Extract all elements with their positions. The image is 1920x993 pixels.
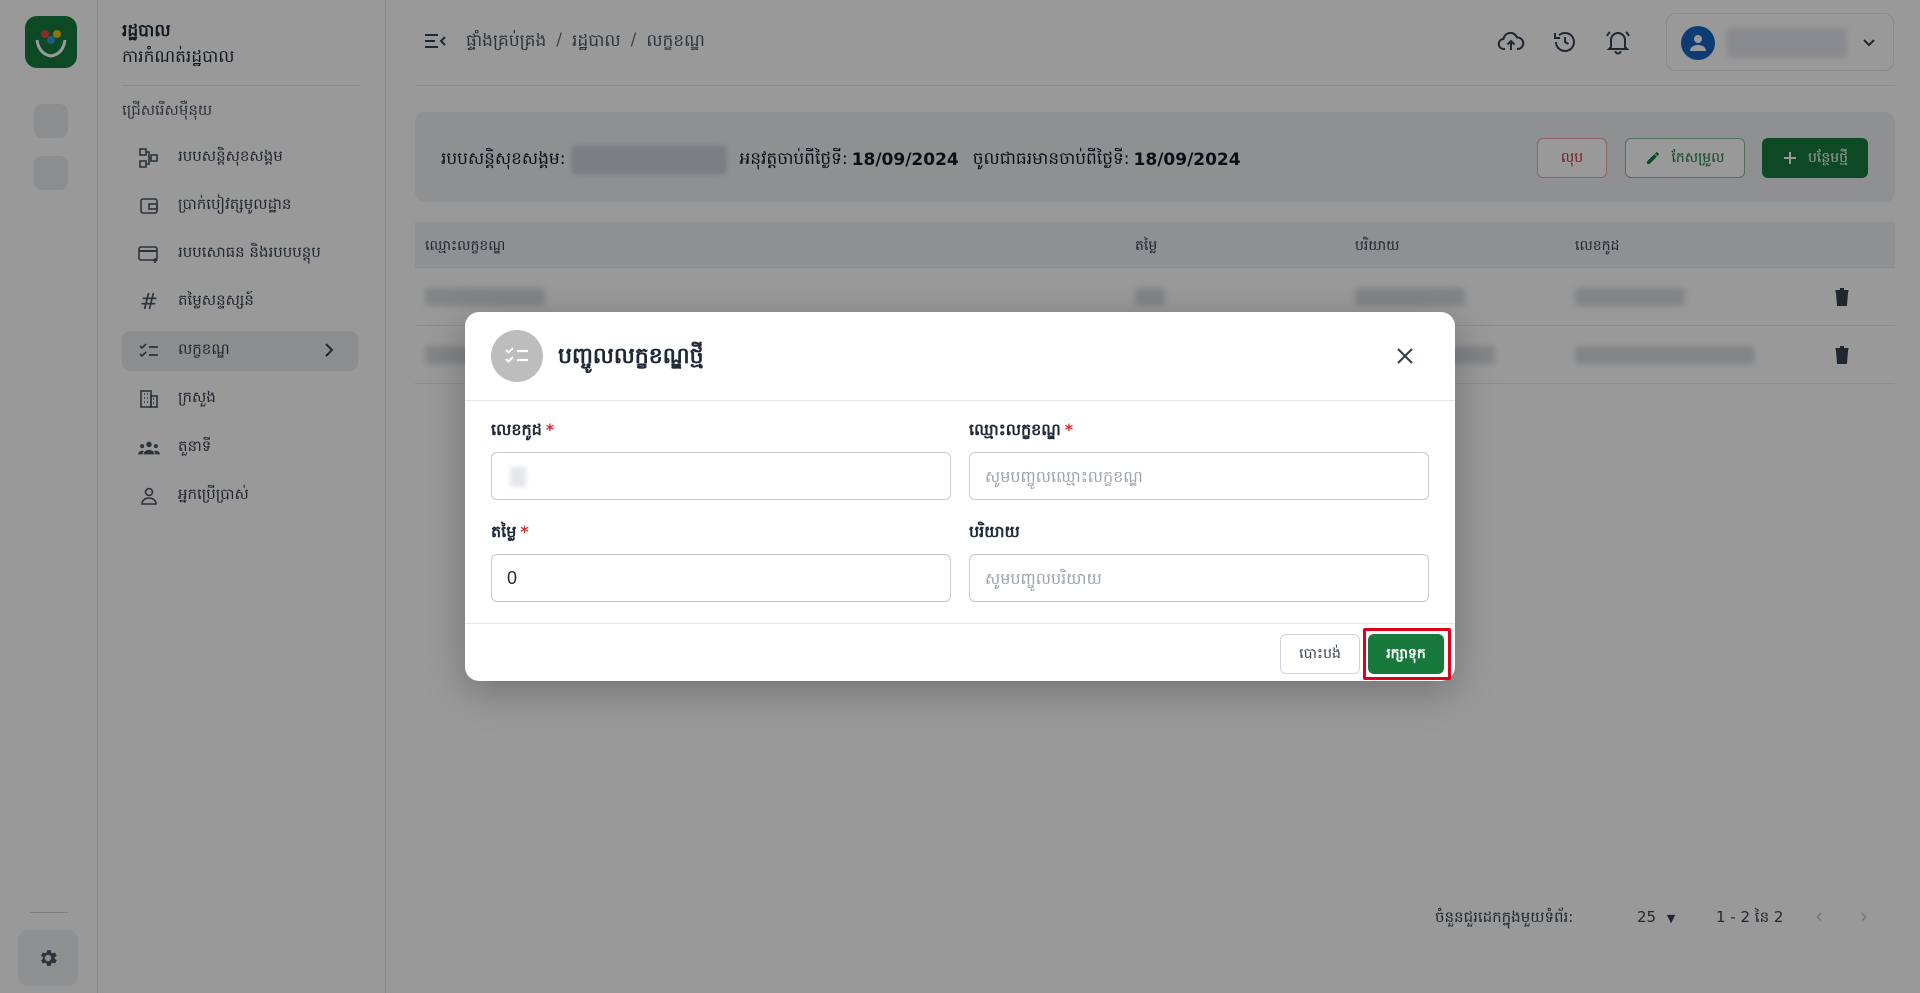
close-icon (1397, 348, 1413, 364)
description-label: បរិយាយ (969, 521, 1020, 545)
dialog-title: បញ្ចូលលក្ខខណ្ឌថ្មី (558, 344, 704, 369)
value-label: តម្លៃ * (491, 521, 529, 545)
cancel-button-label: បោះបង់ (1299, 645, 1341, 662)
name-label: ឈ្មោះលក្ខខណ្ឌ * (969, 419, 1073, 443)
description-input[interactable] (969, 554, 1429, 602)
save-button[interactable]: រក្សាទុក (1368, 634, 1444, 674)
dialog-header: បញ្ចូលលក្ខខណ្ឌថ្មី (465, 312, 1455, 401)
required-mark: * (1064, 420, 1074, 439)
code-input[interactable] (491, 452, 951, 500)
code-label: លេខកូដ * (491, 419, 554, 443)
required-mark: * (520, 522, 529, 541)
name-input[interactable] (969, 452, 1429, 500)
add-condition-dialog: បញ្ចូលលក្ខខណ្ឌថ្មី លេខកូដ * ឈ្មោះលក្ខខណ្ឌ… (465, 312, 1455, 681)
save-button-label: រក្សាទុក (1386, 645, 1426, 662)
name-label-text: ឈ្មោះលក្ខខណ្ឌ (969, 420, 1061, 439)
cancel-button[interactable]: បោះបង់ (1280, 634, 1360, 674)
code-label-text: លេខកូដ (491, 420, 542, 439)
close-button[interactable] (1391, 342, 1419, 370)
required-mark: * (545, 420, 555, 439)
value-input[interactable] (491, 554, 951, 602)
checklist-icon (491, 330, 543, 382)
description-label-text: បរិយាយ (969, 522, 1020, 541)
code-value-redacted (510, 467, 526, 487)
value-label-text: តម្លៃ (491, 522, 517, 541)
dialog-footer-divider (465, 623, 1455, 624)
